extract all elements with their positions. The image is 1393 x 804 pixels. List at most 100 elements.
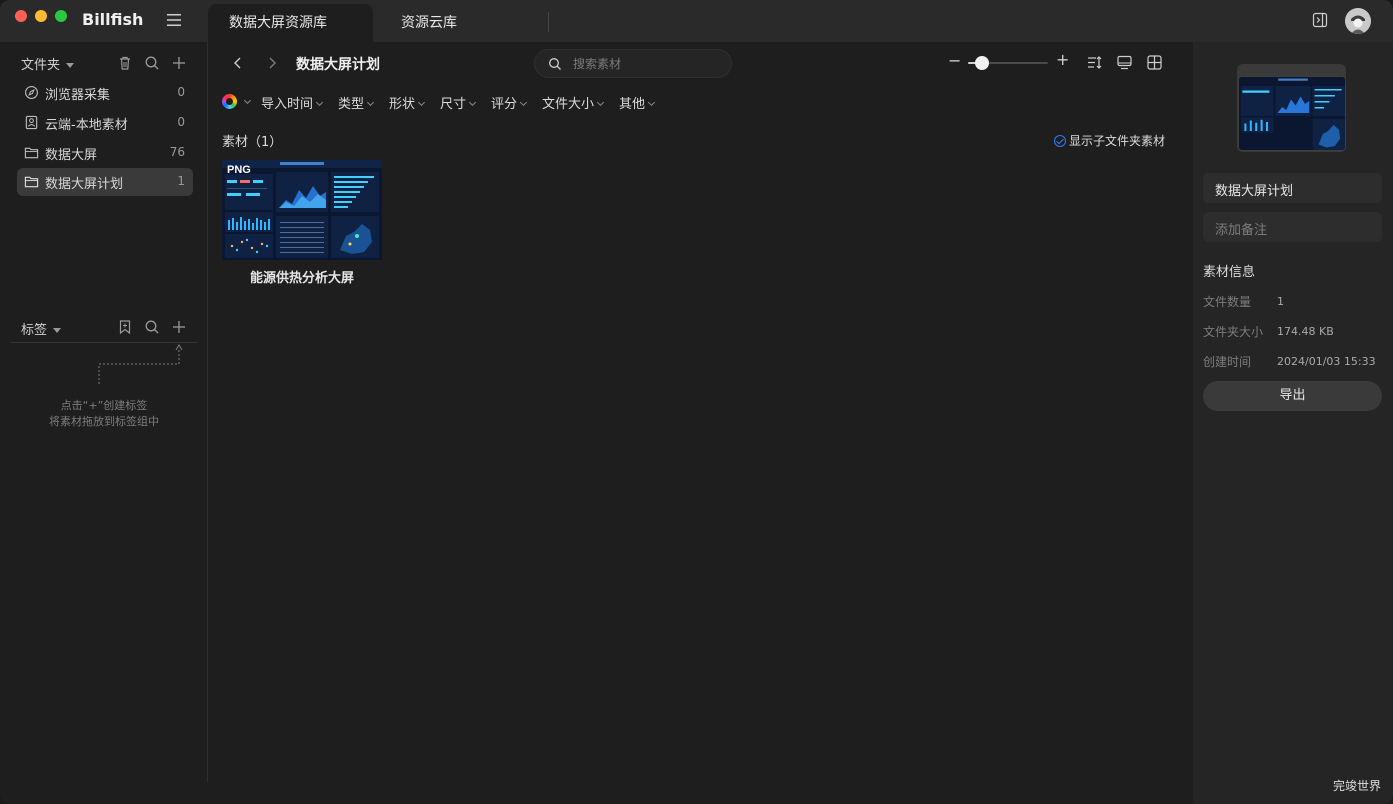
chevron-down-icon [417, 98, 426, 107]
chevron-down-icon [647, 98, 656, 107]
chevron-down-icon [468, 98, 477, 107]
zoom-slider-thumb[interactable] [974, 56, 989, 70]
filter-label: 尺寸 [440, 97, 467, 112]
page-title: 数据大屏计划 [296, 57, 380, 73]
avatar-icon [1345, 8, 1371, 34]
chevron-down-icon [366, 98, 375, 107]
filter-label: 形状 [389, 97, 416, 112]
folder-icon [24, 176, 39, 188]
format-badge: PNG [227, 164, 251, 176]
export-button[interactable]: 导出 [1203, 381, 1382, 411]
filter-file-size[interactable]: 文件大小 [542, 93, 605, 112]
folder-preview-thumbnail[interactable] [1238, 76, 1346, 151]
folder-item-cloud-local[interactable]: 云端-本地素材 0 [17, 109, 193, 137]
zoom-in-button[interactable]: + [1056, 52, 1069, 68]
zoom-out-button[interactable]: − [948, 53, 961, 69]
search-icon [549, 58, 561, 70]
chevron-down-icon [596, 98, 605, 107]
filter-label: 其他 [619, 97, 646, 112]
material-info-heading: 素材信息 [1203, 265, 1256, 280]
forward-arrow-icon[interactable] [265, 56, 279, 70]
filter-label: 类型 [338, 97, 365, 112]
chevron-down-icon [315, 98, 324, 107]
watermark-text: 完竣世界 [1332, 779, 1381, 793]
app-window: Billfish 数据大屏资源库 资源云库 文件夹 浏览器采集 0 云端-本地素… [0, 0, 1393, 804]
folder-label: 浏览器采集 [45, 88, 111, 103]
search-input[interactable] [573, 55, 723, 73]
close-window-button[interactable] [15, 10, 27, 22]
show-subfolder-label: 显示子文件夹素材 [1069, 134, 1166, 148]
folder-label: 数据大屏 [45, 148, 98, 163]
folder-item-data-screen-plan[interactable]: 数据大屏计划 1 [17, 168, 193, 196]
check-circle-icon [1054, 135, 1066, 147]
menu-icon[interactable] [166, 13, 182, 27]
sidebar: 文件夹 浏览器采集 0 云端-本地素材 0 数据大屏 76 数据大屏计划 1 标… [0, 42, 208, 804]
dashed-arrow-icon [98, 344, 183, 384]
tab-cloud-library[interactable]: 资源云库 [401, 4, 457, 42]
filter-label: 导入时间 [261, 97, 314, 112]
show-subfolder-toggle[interactable]: 显示子文件夹素材 [1054, 132, 1165, 149]
bookmark-icon[interactable] [117, 319, 133, 335]
chevron-down-icon[interactable] [243, 96, 252, 105]
filter-shape[interactable]: 形状 [389, 93, 426, 112]
folder-count: 76 [169, 145, 185, 159]
material-count: 素材（1） [222, 135, 283, 150]
folder-count: 0 [177, 115, 185, 129]
tags-section-title[interactable]: 标签 [21, 319, 62, 338]
dashboard-preview-image [1239, 77, 1345, 150]
info-label: 创建时间 [1203, 355, 1252, 369]
info-label: 文件数量 [1203, 295, 1252, 309]
filter-type[interactable]: 类型 [338, 93, 375, 112]
filter-size[interactable]: 尺寸 [440, 93, 477, 112]
add-folder-icon[interactable] [171, 55, 187, 71]
filter-other[interactable]: 其他 [619, 93, 656, 112]
folder-title-field[interactable]: 数据大屏计划 [1203, 173, 1382, 203]
user-avatar[interactable] [1345, 8, 1371, 34]
tab-divider [548, 12, 549, 32]
folder-count: 1 [177, 174, 185, 188]
main-content: 数据大屏计划 − + [208, 42, 1193, 804]
sort-icon[interactable] [1086, 54, 1103, 71]
folder-label: 云端-本地素材 [45, 118, 128, 133]
filter-import-time[interactable]: 导入时间 [261, 93, 324, 112]
add-tag-icon[interactable] [171, 319, 187, 335]
folder-count: 0 [177, 85, 185, 99]
cloud-local-icon [25, 115, 38, 130]
folder-icon [24, 147, 39, 159]
filter-label: 评分 [491, 97, 518, 112]
info-value: 1 [1277, 295, 1284, 308]
asset-name[interactable]: 能源供热分析大屏 [222, 267, 382, 286]
search-field[interactable] [534, 49, 732, 78]
monitor-icon[interactable] [1116, 54, 1133, 71]
filter-rating[interactable]: 评分 [491, 93, 528, 112]
minimize-window-button[interactable] [35, 10, 47, 22]
folders-section-title[interactable]: 文件夹 [21, 54, 75, 73]
color-filter-icon[interactable] [222, 94, 237, 109]
folders-title-label: 文件夹 [21, 58, 61, 73]
caret-down-icon [53, 328, 62, 333]
tags-title-label: 标签 [21, 323, 48, 338]
maximize-window-button[interactable] [55, 10, 67, 22]
filter-label: 文件大小 [542, 97, 595, 112]
caret-down-icon [66, 63, 75, 68]
app-title: Billfish [82, 10, 144, 29]
folder-item-data-screen[interactable]: 数据大屏 76 [17, 139, 193, 167]
tab-data-screen-library[interactable]: 数据大屏资源库 [208, 4, 373, 42]
info-value: 174.48 KB [1277, 325, 1334, 338]
asset-thumbnail[interactable]: PNG [222, 160, 382, 260]
search-icon[interactable] [144, 55, 160, 71]
chevron-down-icon [519, 98, 528, 107]
toggle-panel-icon[interactable] [1312, 12, 1328, 28]
title-bar: Billfish 数据大屏资源库 资源云库 [0, 0, 1393, 42]
search-icon[interactable] [144, 319, 160, 335]
add-note-field[interactable]: 添加备注 [1203, 212, 1382, 242]
trash-icon[interactable] [117, 55, 133, 71]
tags-hint-line2: 将素材拖放到标签组中 [49, 415, 159, 428]
folder-label: 数据大屏计划 [45, 177, 124, 192]
back-arrow-icon[interactable] [231, 56, 245, 70]
detail-panel: 数据大屏计划 添加备注 素材信息 文件数量 1 文件夹大小 174.48 KB … [1193, 42, 1393, 804]
info-value: 2024/01/03 15:33 [1277, 355, 1376, 368]
folder-item-browser-collect[interactable]: 浏览器采集 0 [17, 79, 193, 107]
grid-layout-icon[interactable] [1146, 54, 1163, 71]
info-label: 文件夹大小 [1203, 325, 1264, 339]
